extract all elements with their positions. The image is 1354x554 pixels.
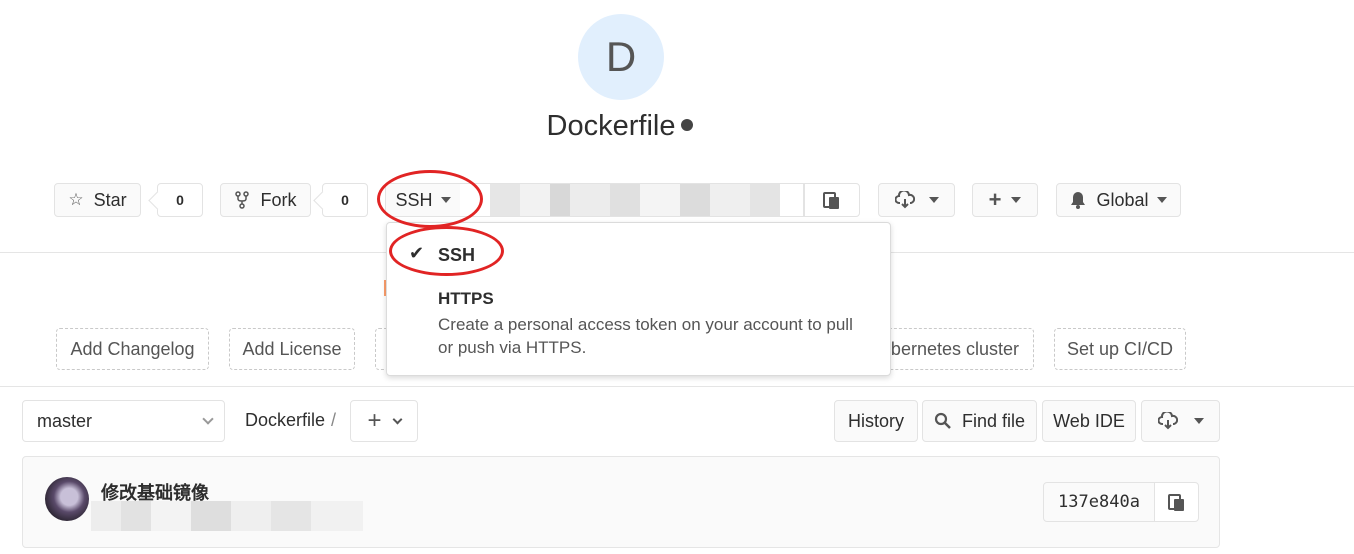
menu-item-ssh-label: SSH bbox=[438, 245, 476, 265]
caret-down-icon bbox=[1011, 197, 1022, 203]
branch-name: master bbox=[37, 410, 93, 431]
clipboard-icon bbox=[1167, 492, 1186, 512]
commit-sha[interactable]: 137e840a bbox=[1043, 482, 1155, 522]
star-icon: ☆ bbox=[68, 190, 84, 209]
cloud-download-icon bbox=[1157, 412, 1178, 430]
search-icon bbox=[934, 412, 952, 430]
caret-down-icon bbox=[440, 197, 451, 203]
notification-dropdown[interactable]: Global bbox=[1056, 183, 1181, 217]
breadcrumb: Dockerfile / bbox=[245, 410, 336, 431]
setup-ci-button[interactable]: Set up CI/CD bbox=[1054, 328, 1186, 370]
star-count-value: 0 bbox=[176, 192, 184, 208]
add-changelog-button[interactable]: Add Changelog bbox=[56, 328, 209, 370]
history-label: History bbox=[847, 410, 904, 431]
menu-item-https-label: HTTPS bbox=[438, 289, 494, 308]
star-label: Star bbox=[93, 189, 127, 210]
menu-item-ssh[interactable]: ✔ SSH bbox=[387, 237, 890, 277]
add-license-label: Add License bbox=[242, 338, 342, 359]
star-count[interactable]: 0 bbox=[157, 183, 203, 217]
web-ide-button[interactable]: Web IDE bbox=[1042, 400, 1136, 442]
copy-sha-button[interactable] bbox=[1154, 482, 1199, 522]
find-file-button[interactable]: Find file bbox=[922, 400, 1037, 442]
copy-url-button[interactable] bbox=[804, 183, 860, 217]
notification-label: Global bbox=[1096, 189, 1149, 210]
globe-icon bbox=[681, 119, 694, 132]
clipboard-icon bbox=[823, 190, 841, 210]
repo-download-dropdown[interactable] bbox=[1141, 400, 1220, 442]
fork-count[interactable]: 0 bbox=[322, 183, 368, 217]
menu-item-https-description: Create a personal access token on your a… bbox=[438, 315, 853, 357]
web-ide-label: Web IDE bbox=[1053, 410, 1125, 431]
clone-protocol-dropdown[interactable]: SSH bbox=[385, 183, 461, 217]
download-dropdown[interactable] bbox=[878, 183, 955, 217]
setup-ci-label: Set up CI/CD bbox=[1066, 338, 1174, 359]
check-icon: ✔ bbox=[409, 243, 425, 263]
fork-count-value: 0 bbox=[341, 192, 349, 208]
branch-select[interactable]: master bbox=[22, 400, 225, 442]
bell-icon bbox=[1070, 191, 1086, 209]
caret-down-icon bbox=[1193, 418, 1204, 424]
clone-protocol-menu: ✔ SSH HTTPS Create a personal access tok… bbox=[386, 222, 891, 376]
fork-label: Fork bbox=[260, 189, 297, 210]
chevron-down-icon bbox=[392, 414, 402, 424]
caret-down-icon bbox=[928, 197, 939, 203]
new-item-dropdown[interactable]: + bbox=[972, 183, 1038, 217]
plus-icon: + bbox=[367, 407, 382, 434]
add-to-tree-dropdown[interactable]: + bbox=[350, 400, 418, 442]
fork-icon bbox=[234, 191, 249, 209]
page-title: Dockerfile bbox=[0, 110, 1240, 143]
kubernetes-label: ubernetes cluster bbox=[880, 338, 1019, 359]
add-changelog-label: Add Changelog bbox=[70, 338, 195, 359]
commit-meta-redacted bbox=[91, 501, 363, 531]
project-name: Dockerfile bbox=[546, 110, 676, 142]
chevron-down-icon bbox=[202, 413, 214, 425]
commit-sha-value: 137e840a bbox=[1058, 492, 1140, 512]
plus-icon: + bbox=[988, 187, 1002, 212]
add-license-button[interactable]: Add License bbox=[229, 328, 355, 370]
find-file-label: Find file bbox=[961, 410, 1026, 431]
caret-down-icon bbox=[1156, 197, 1167, 203]
history-button[interactable]: History bbox=[834, 400, 918, 442]
breadcrumb-root[interactable]: Dockerfile bbox=[245, 410, 325, 430]
clone-protocol-label: SSH bbox=[395, 189, 433, 210]
last-commit-panel: 修改基础镜像 137e840a bbox=[22, 456, 1220, 548]
project-avatar: D bbox=[578, 14, 664, 100]
divider bbox=[0, 386, 1354, 387]
cloud-download-icon bbox=[894, 191, 915, 209]
avatar[interactable] bbox=[45, 477, 89, 521]
fork-button[interactable]: Fork bbox=[220, 183, 311, 217]
star-button[interactable]: ☆ Star bbox=[54, 183, 141, 217]
breadcrumb-separator: / bbox=[331, 410, 337, 430]
project-avatar-letter: D bbox=[605, 33, 637, 80]
clone-url-field[interactable] bbox=[460, 183, 804, 217]
